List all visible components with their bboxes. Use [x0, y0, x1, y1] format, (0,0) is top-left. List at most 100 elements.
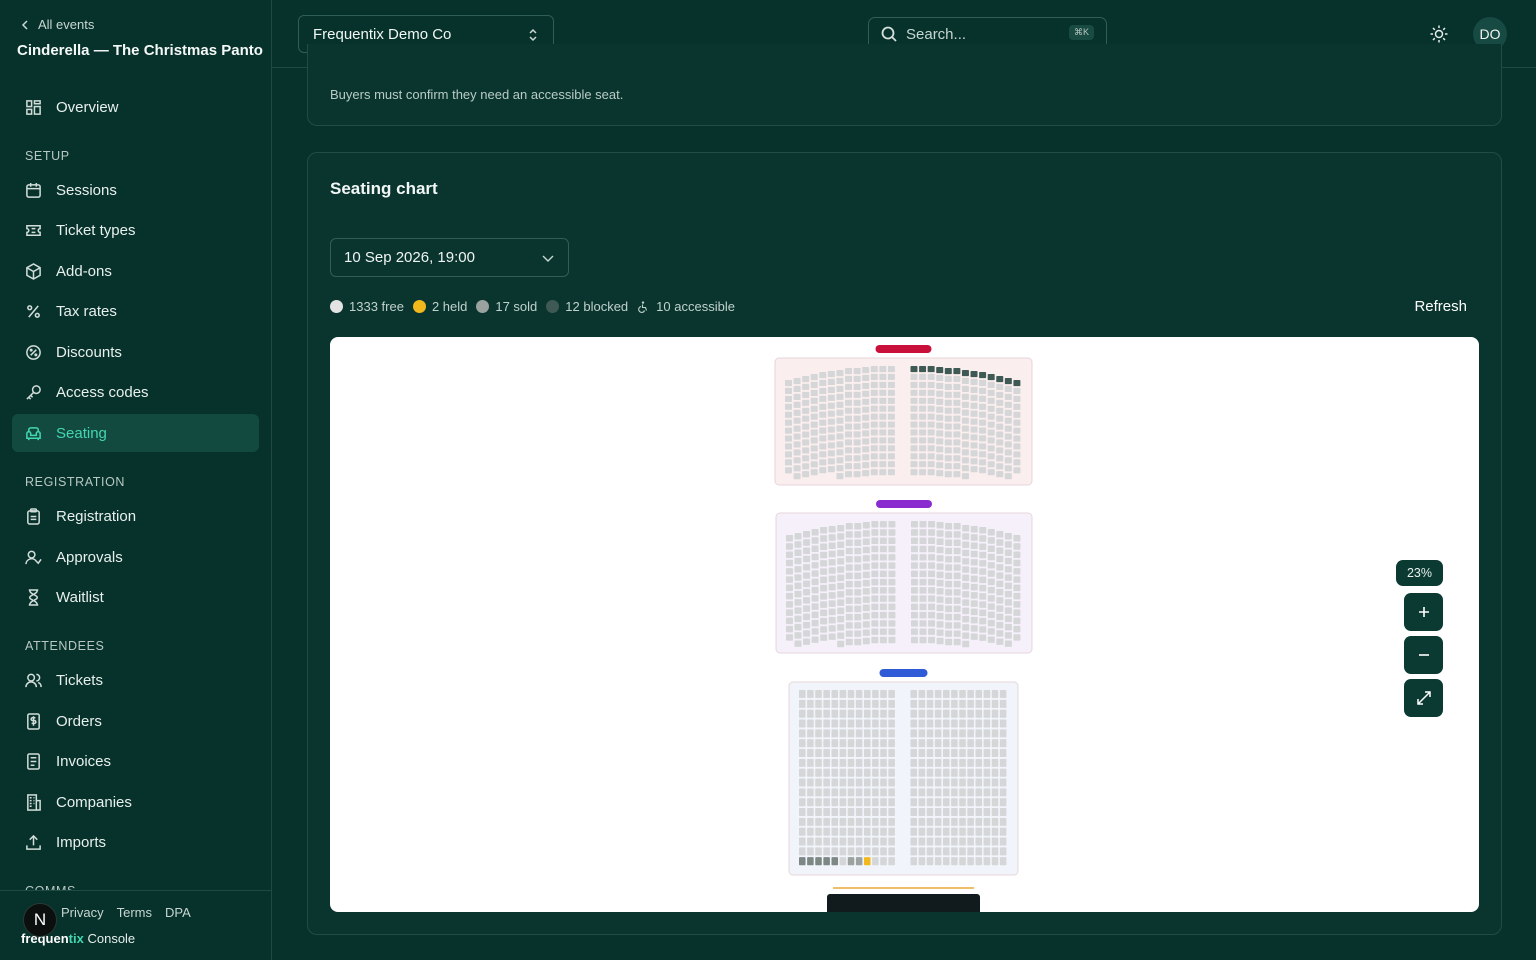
seat: [983, 778, 991, 787]
sidebar-item-ticket-types[interactable]: Ticket types: [12, 211, 259, 249]
terms-link[interactable]: Terms: [117, 905, 152, 920]
seat: [854, 630, 862, 637]
seat-map[interactable]: [330, 337, 1479, 912]
seat: [991, 808, 999, 817]
seat: [870, 445, 878, 452]
seat: [845, 580, 853, 588]
sidebar-item-discounts[interactable]: Discounts: [12, 333, 259, 371]
sidebar-item-tax-rates[interactable]: Tax rates: [12, 292, 259, 330]
fit-to-screen-button[interactable]: [1404, 679, 1443, 717]
seat: [953, 556, 961, 563]
seat: [888, 620, 896, 627]
seat: [855, 827, 863, 836]
sidebar-item-overview[interactable]: Overview: [12, 88, 259, 126]
sidebar-item-add-ons[interactable]: Add-ons: [12, 252, 259, 290]
seat: [803, 588, 811, 596]
seat: [945, 638, 953, 646]
seat: [996, 399, 1004, 406]
seat: [951, 758, 958, 767]
seat: [970, 559, 978, 566]
seat: [919, 578, 927, 586]
sidebar-item-sessions[interactable]: Sessions: [12, 171, 259, 209]
seat: [794, 599, 802, 606]
next-dev-badge[interactable]: N: [23, 903, 57, 937]
seat: [996, 407, 1004, 414]
seat: [1004, 417, 1012, 424]
seat: [820, 609, 828, 617]
zoom-out-button[interactable]: [1404, 636, 1443, 674]
seat: [836, 425, 844, 432]
seat: [887, 381, 895, 388]
sidebar-item-registration[interactable]: Registration: [12, 497, 259, 535]
search-icon: [881, 26, 897, 42]
seat: [845, 630, 853, 637]
seat: [864, 808, 871, 817]
seat: [864, 817, 871, 826]
seat: [802, 399, 810, 406]
seat: [839, 699, 847, 708]
sidebar-item-tickets[interactable]: Tickets: [12, 661, 259, 699]
seat: [987, 461, 995, 468]
seat: [862, 374, 870, 382]
seat: [910, 453, 918, 460]
seat: [936, 563, 944, 570]
legend-blocked-dot: [546, 300, 560, 313]
session-select[interactable]: 10 Sep 2026, 19:00: [330, 238, 569, 277]
back-to-events-link[interactable]: All events: [20, 17, 94, 32]
seat: [961, 409, 969, 416]
dpa-link[interactable]: DPA: [165, 905, 191, 920]
seat: [991, 690, 999, 699]
seat: [879, 562, 887, 569]
seat: [786, 543, 793, 550]
sidebar-item-imports[interactable]: Imports: [12, 823, 259, 861]
sidebar-item-orders[interactable]: Orders: [12, 702, 259, 740]
privacy-link[interactable]: Privacy: [61, 905, 104, 920]
refresh-button[interactable]: Refresh: [1414, 298, 1467, 315]
sidebar-item-approvals[interactable]: Approvals: [12, 538, 259, 576]
seat: [827, 442, 835, 449]
seat: [936, 438, 944, 445]
seat: [879, 595, 887, 602]
sidebar-item-invoices[interactable]: Invoices: [12, 742, 259, 780]
sidebar-item-waitlist[interactable]: Waitlist: [12, 578, 259, 616]
seat: [836, 417, 844, 424]
seat-map-canvas[interactable]: [330, 337, 1479, 912]
sun-icon[interactable]: [1429, 24, 1449, 44]
seat: [926, 758, 934, 767]
seat: [945, 572, 953, 580]
sidebar-item-seating[interactable]: Seating: [12, 414, 259, 452]
seat: [962, 615, 970, 623]
seat: [810, 421, 818, 428]
seat: [802, 383, 810, 391]
seat: [996, 423, 1004, 430]
seat: [987, 537, 995, 544]
seat: [854, 547, 862, 555]
seat: [799, 719, 806, 728]
sidebar-item-access-codes[interactable]: Access codes: [12, 373, 259, 411]
sidebar-item-label: Ticket types: [56, 221, 136, 239]
seat: [837, 558, 845, 565]
seat: [862, 454, 870, 461]
seat: [945, 630, 953, 637]
seat: [811, 628, 819, 635]
seat: [864, 847, 871, 856]
seat: [910, 413, 918, 420]
key-icon: [26, 384, 41, 400]
seat: [879, 628, 887, 635]
seat: [943, 729, 950, 738]
sidebar-item-label: Access codes: [56, 383, 149, 401]
seat: [837, 582, 845, 590]
seat: [880, 788, 887, 797]
seat: [987, 562, 995, 569]
seat: [836, 370, 844, 377]
seat: [794, 549, 802, 556]
seat: [987, 445, 995, 452]
seat: [819, 387, 827, 394]
seat: [872, 768, 879, 777]
seat: [983, 808, 991, 817]
sidebar-item-companies[interactable]: Companies: [12, 783, 259, 821]
section-attendees: ATTENDEES: [25, 639, 105, 653]
sidebar-item-label: Discounts: [56, 343, 122, 361]
zoom-in-button[interactable]: [1404, 593, 1443, 631]
seat: [854, 605, 862, 613]
